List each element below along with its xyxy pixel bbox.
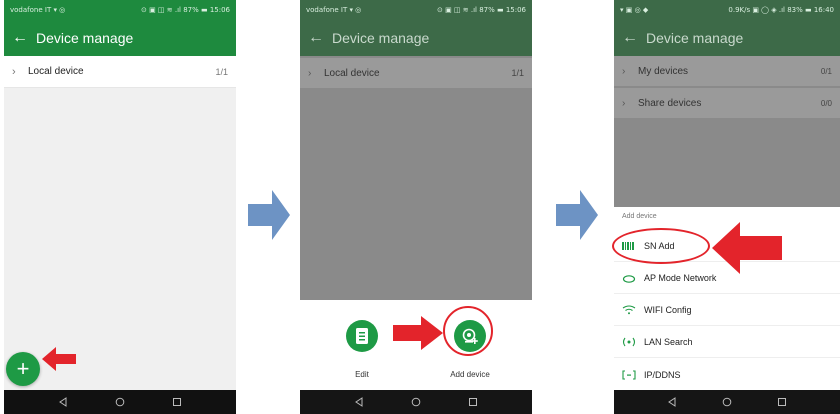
chevron-right-icon: › xyxy=(622,65,626,77)
list-item-count: 1/1 xyxy=(215,66,228,77)
edit-label: Edit xyxy=(355,370,369,379)
phone-screen-3: ▾ ▣ ◎ ◆ 0.9K/s ▣ ◯ ◈ .ıl 83% ▬ 16:40 ← D… xyxy=(614,0,840,414)
red-pointer-arrow-icon xyxy=(42,347,76,371)
back-arrow-icon: ← xyxy=(308,29,324,46)
back-arrow-icon[interactable]: ← xyxy=(12,30,36,46)
status-left: vodafone IT ▾ ◎ xyxy=(306,6,362,14)
option-wifi-config[interactable]: WIFI Config xyxy=(614,295,840,326)
nav-home-icon[interactable] xyxy=(115,397,125,407)
list-item-count: 0/1 xyxy=(820,66,832,76)
status-bar: vodafone IT ▾ ◎ ⊙ ▣ ◫ ≋ .ıl 87% ▬ 15:06 xyxy=(4,0,236,20)
tutorial-canvas: vodafone IT ▾ ◎ ⊙ ▣ ◫ ≋ .ıl 87% ▬ 15:06 … xyxy=(0,0,840,414)
phone-screen-2: vodafone IT ▾ ◎ ⊙ ▣ ◫ ≋ .ıl 87% ▬ 15:06 … xyxy=(300,0,532,414)
option-label: AP Mode Network xyxy=(644,273,717,283)
nav-home-icon[interactable] xyxy=(722,397,732,407)
option-lan-search[interactable]: LAN Search xyxy=(614,327,840,358)
phone-screen-1: vodafone IT ▾ ◎ ⊙ ▣ ◫ ≋ .ıl 87% ▬ 15:06 … xyxy=(4,0,236,414)
list-item-label: Local device xyxy=(324,67,380,79)
option-label: IP/DDNS xyxy=(644,369,681,380)
page-title: Device manage xyxy=(646,30,744,46)
highlight-circle xyxy=(443,306,493,356)
highlight-ellipse xyxy=(612,228,710,264)
page-title: Device manage xyxy=(36,30,134,46)
list-item-label: Share devices xyxy=(638,97,702,109)
option-label: WIFI Config xyxy=(644,305,692,315)
status-bar: vodafone IT ▾ ◎ ⊙ ▣ ◫ ≋ .ıl 87% ▬ 15:06 xyxy=(300,0,532,20)
list-item-share-devices: › Share devices 0/0 xyxy=(614,88,840,118)
nav-back-icon[interactable] xyxy=(354,397,364,407)
ip-bracket-icon xyxy=(622,369,640,380)
edit-button[interactable] xyxy=(346,320,378,352)
option-ip-ddns[interactable]: IP/DDNS xyxy=(614,359,840,390)
android-nav-bar xyxy=(300,390,532,414)
dim-overlay xyxy=(300,56,532,300)
list-item-local-device[interactable]: › Local device 1/1 xyxy=(4,56,236,88)
nav-back-icon[interactable] xyxy=(58,397,68,407)
nav-back-icon[interactable] xyxy=(667,397,677,407)
nav-recents-icon[interactable] xyxy=(172,397,182,407)
list-item-my-devices: › My devices 0/1 xyxy=(614,56,840,86)
app-bar: ← Device manage xyxy=(4,20,236,56)
app-bar: ← Device manage xyxy=(614,20,840,56)
nav-home-icon[interactable] xyxy=(411,397,421,407)
status-left: vodafone IT ▾ ◎ xyxy=(10,6,66,14)
chevron-right-icon: › xyxy=(12,65,16,78)
option-label: LAN Search xyxy=(644,337,693,347)
android-nav-bar xyxy=(4,390,236,414)
sheet-title: Add device xyxy=(622,213,657,220)
red-pointer-arrow-icon xyxy=(393,316,443,350)
flow-arrow-icon xyxy=(556,190,598,240)
app-bar: ← Device manage xyxy=(300,20,532,56)
red-pointer-arrow-icon xyxy=(712,222,782,274)
plus-icon: + xyxy=(16,356,30,381)
page-title: Device manage xyxy=(332,30,430,46)
flow-arrow-icon xyxy=(248,190,290,240)
list-item-count: 1/1 xyxy=(511,68,524,78)
nav-recents-icon[interactable] xyxy=(468,397,478,407)
chevron-right-icon: › xyxy=(308,67,312,79)
add-fab-button[interactable]: + xyxy=(6,352,40,386)
list-item-label: Local device xyxy=(28,66,84,77)
back-arrow-icon: ← xyxy=(622,29,638,46)
wifi-icon xyxy=(622,305,640,315)
status-left: ▾ ▣ ◎ ◆ xyxy=(620,6,649,14)
status-right: 0.9K/s ▣ ◯ ◈ .ıl 83% ▬ 16:40 xyxy=(728,6,834,14)
list-item-count: 0/0 xyxy=(820,98,832,108)
nav-recents-icon[interactable] xyxy=(777,397,787,407)
status-bar: ▾ ▣ ◎ ◆ 0.9K/s ▣ ◯ ◈ .ıl 83% ▬ 16:40 xyxy=(614,0,840,20)
signal-search-icon xyxy=(622,337,640,347)
list-item-label: My devices xyxy=(638,65,689,77)
chevron-right-icon: › xyxy=(622,97,626,109)
status-right: ⊙ ▣ ◫ ≋ .ıl 87% ▬ 15:06 xyxy=(141,6,230,14)
list-item-local-device: › Local device 1/1 xyxy=(300,58,532,88)
android-nav-bar xyxy=(614,390,840,414)
document-icon xyxy=(356,328,368,344)
status-right: ⊙ ▣ ◫ ≋ .ıl 87% ▬ 15:06 xyxy=(437,6,526,14)
cloud-icon xyxy=(622,273,640,283)
add-device-label: Add device xyxy=(450,370,490,379)
